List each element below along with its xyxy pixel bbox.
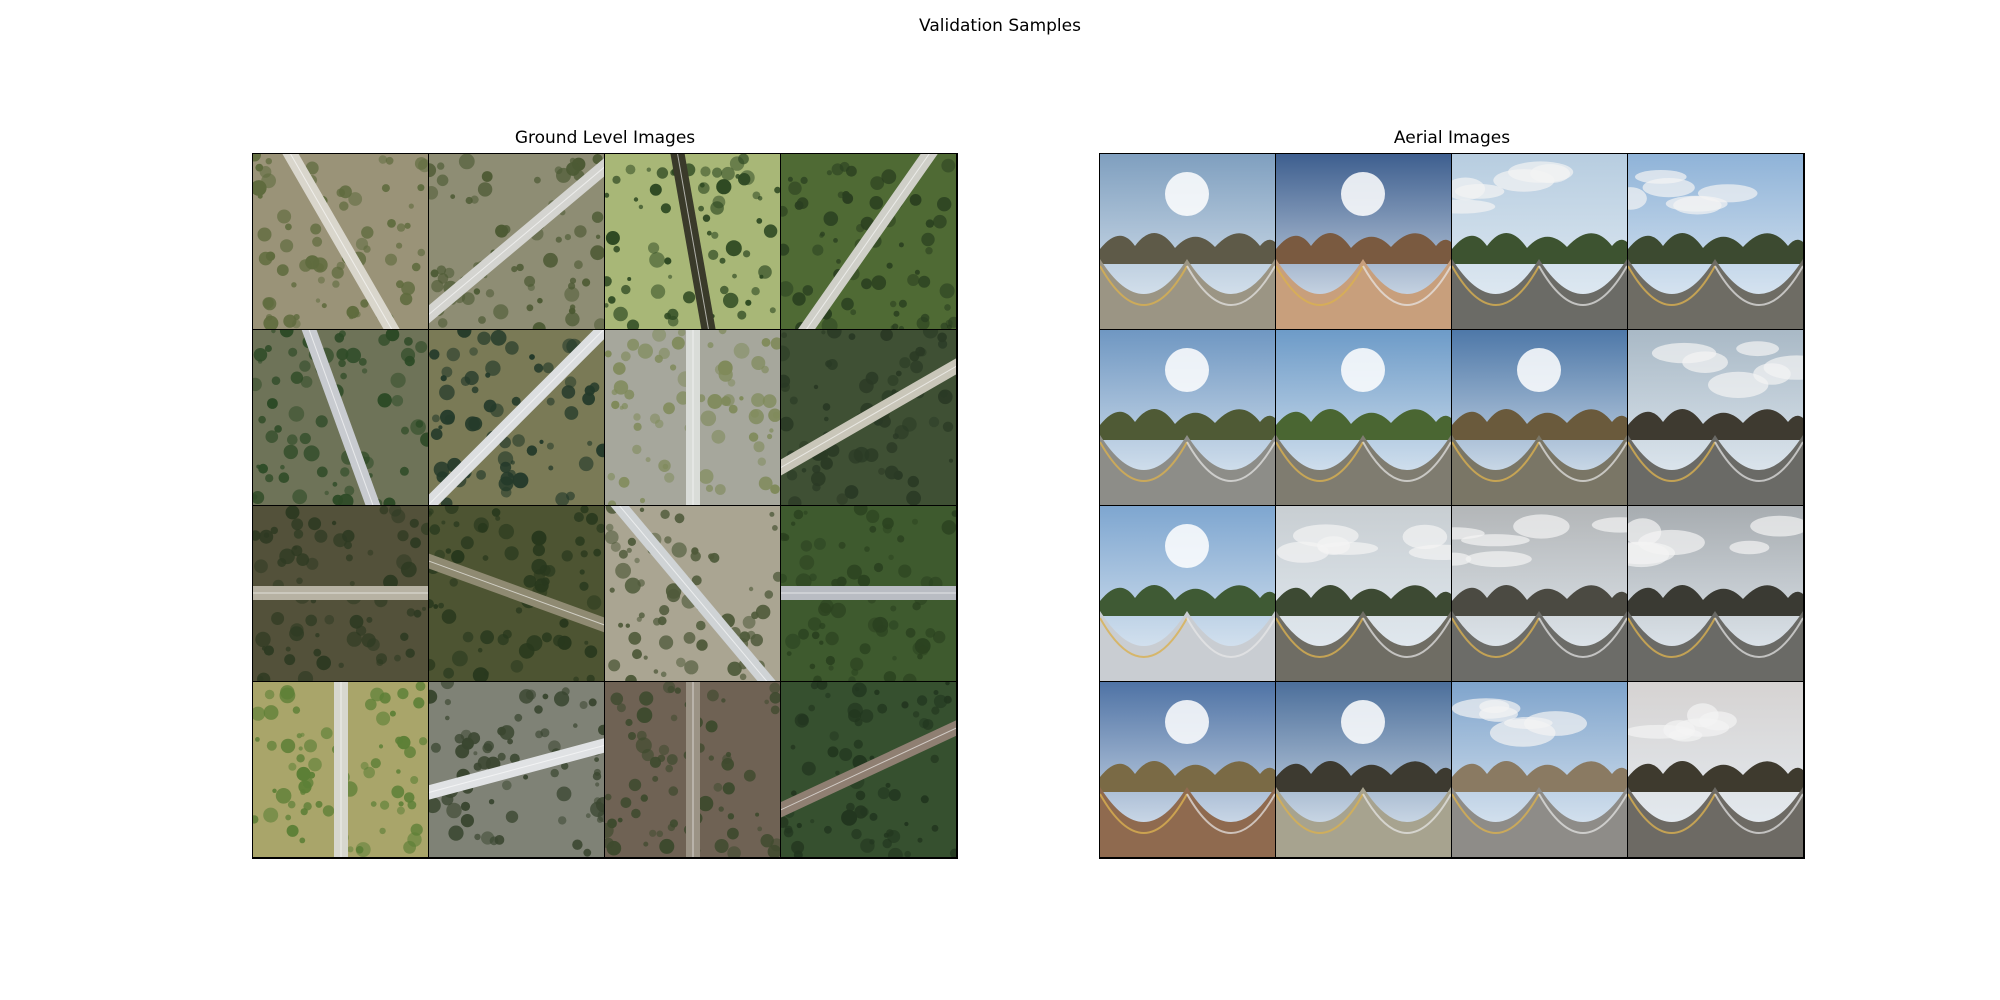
ground-level-image-tile	[429, 506, 604, 681]
sample-image	[253, 682, 428, 857]
ground-level-image-tile	[253, 682, 428, 857]
ground-level-image-tile	[253, 330, 428, 505]
ground-level-image-tile	[781, 154, 956, 329]
aerial-image-tile	[1452, 330, 1627, 505]
sample-image	[781, 330, 956, 505]
ground-level-image-tile	[781, 506, 956, 681]
aerial-image-tile	[1100, 154, 1275, 329]
aerial-image-tile	[1452, 682, 1627, 857]
sample-image	[605, 330, 780, 505]
sample-image	[781, 506, 956, 681]
sample-image	[1100, 506, 1275, 681]
figure-suptitle: Validation Samples	[919, 16, 1081, 36]
sample-image	[1276, 682, 1451, 857]
aerial-image-tile	[1628, 506, 1803, 681]
sample-image	[1452, 154, 1627, 329]
ground-level-image-tile	[605, 506, 780, 681]
aerial-image-tile	[1628, 682, 1803, 857]
sample-image	[1276, 154, 1451, 329]
sample-image	[605, 506, 780, 681]
aerial-image-tile	[1628, 330, 1803, 505]
aerial-image-tile	[1100, 682, 1275, 857]
aerial-image-tile	[1100, 506, 1275, 681]
aerial-image-tile	[1276, 154, 1451, 329]
sample-image	[1628, 682, 1803, 857]
sample-image	[1276, 506, 1451, 681]
ground-level-image-tile	[253, 154, 428, 329]
sample-image	[1628, 154, 1803, 329]
aerial-title: Aerial Images	[1393, 128, 1511, 148]
sample-image	[605, 154, 780, 329]
ground-level-image-tile	[429, 682, 604, 857]
aerial-image-tile	[1628, 154, 1803, 329]
sample-image	[429, 154, 604, 329]
ground-level-title: Ground Level Images	[514, 128, 696, 148]
ground-level-image-tile	[253, 506, 428, 681]
ground-level-image-grid	[252, 153, 958, 859]
sample-image	[1452, 682, 1627, 857]
sample-image	[1628, 330, 1803, 505]
sample-image	[253, 330, 428, 505]
sample-image	[253, 154, 428, 329]
sample-image	[1452, 330, 1627, 505]
sample-image	[605, 682, 780, 857]
aerial-image-tile	[1100, 330, 1275, 505]
sample-image	[1452, 506, 1627, 681]
ground-level-image-tile	[781, 682, 956, 857]
sample-image	[781, 682, 956, 857]
aerial-image-tile	[1452, 154, 1627, 329]
sample-image	[781, 154, 956, 329]
aerial-image-tile	[1276, 330, 1451, 505]
sample-image	[1276, 330, 1451, 505]
ground-level-image-tile	[605, 682, 780, 857]
aerial-image-tile	[1452, 506, 1627, 681]
sample-image	[429, 506, 604, 681]
aerial-image-grid	[1099, 153, 1805, 859]
ground-level-image-tile	[429, 154, 604, 329]
ground-level-panel: Ground Level Images	[252, 127, 958, 859]
ground-level-image-tile	[605, 330, 780, 505]
ground-level-image-tile	[429, 330, 604, 505]
ground-level-image-tile	[605, 154, 780, 329]
aerial-panel: Aerial Images	[1099, 127, 1805, 859]
sample-image	[1100, 330, 1275, 505]
sample-image	[1100, 682, 1275, 857]
sample-image	[253, 506, 428, 681]
sample-image	[429, 330, 604, 505]
aerial-image-tile	[1276, 682, 1451, 857]
aerial-image-tile	[1276, 506, 1451, 681]
ground-level-image-tile	[781, 330, 956, 505]
sample-image	[1100, 154, 1275, 329]
sample-image	[1628, 506, 1803, 681]
sample-image	[429, 682, 604, 857]
